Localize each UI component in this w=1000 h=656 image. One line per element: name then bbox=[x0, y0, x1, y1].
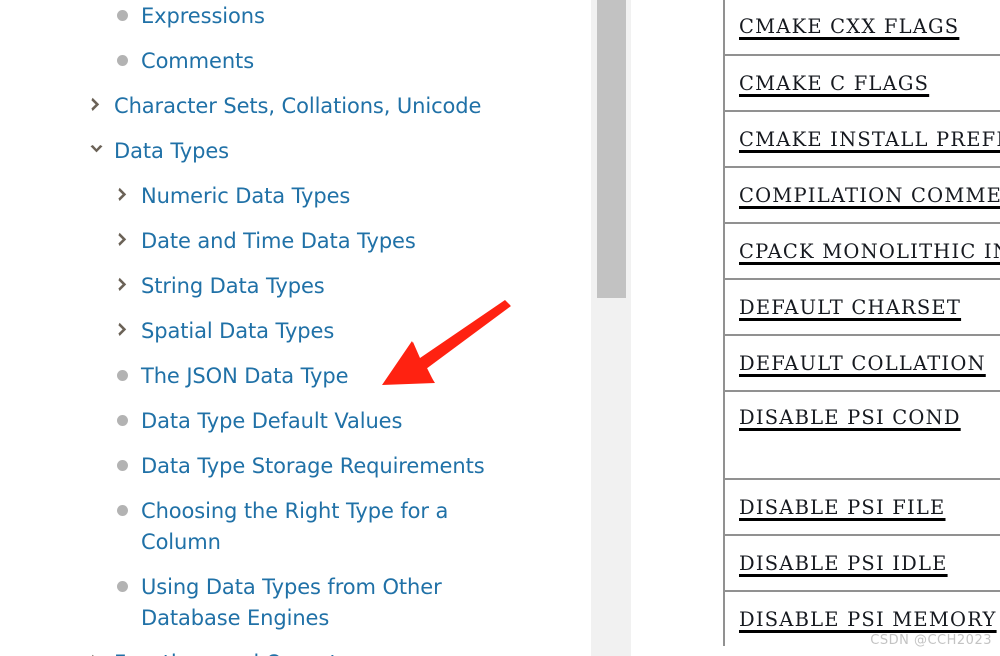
flag-name-link[interactable]: DISABLE PSI MEMORY bbox=[725, 608, 997, 631]
toc-marker-chevron bbox=[115, 174, 141, 203]
flag-name-link[interactable]: DISABLE PSI IDLE bbox=[725, 552, 948, 575]
flag-name-link[interactable]: CMAKE C FLAGS bbox=[725, 72, 929, 95]
toc-marker-bullet bbox=[115, 399, 141, 426]
bullet-icon bbox=[117, 370, 128, 381]
toc-item-label[interactable]: Comments bbox=[141, 39, 254, 84]
flag-name-link[interactable]: CMAKE INSTALL PREFIX bbox=[725, 128, 1000, 151]
chevron-right-icon[interactable] bbox=[115, 231, 132, 248]
toc-item-label[interactable]: The JSON Data Type bbox=[141, 354, 349, 399]
chevron-right-icon[interactable] bbox=[115, 186, 132, 203]
toc-item[interactable]: Functions and Operators bbox=[0, 641, 591, 656]
bullet-icon bbox=[117, 581, 128, 592]
toc-item-label[interactable]: Functions and Operators bbox=[114, 641, 370, 656]
flags-table-row: DISABLE PSI COND bbox=[723, 390, 1000, 478]
toc-item[interactable]: Data Types bbox=[0, 129, 591, 174]
flag-name-link[interactable]: DISABLE PSI FILE bbox=[725, 496, 946, 519]
toc-item[interactable]: The JSON Data Type bbox=[0, 354, 591, 399]
flags-table-row: DISABLE PSI FILE bbox=[723, 478, 1000, 534]
toc-item[interactable]: Data Type Default Values bbox=[0, 399, 591, 444]
flag-name-link[interactable]: DEFAULT CHARSET bbox=[725, 296, 961, 319]
toc-list: Expressions Comments Character Sets, Colla… bbox=[0, 0, 591, 656]
chevron-right-icon[interactable] bbox=[115, 276, 132, 293]
flags-table-row: COMPILATION COMMENT bbox=[723, 166, 1000, 222]
scrollbar-thumb[interactable] bbox=[597, 0, 626, 298]
bullet-icon bbox=[117, 415, 128, 426]
csdn-watermark: CSDN @CCH2023 bbox=[870, 633, 992, 648]
chevron-right-icon[interactable] bbox=[115, 321, 132, 338]
toc-item[interactable]: Numeric Data Types bbox=[0, 174, 591, 219]
flag-name-link[interactable]: CPACK MONOLITHIC INSTALL bbox=[725, 240, 1000, 263]
toc-item-label[interactable]: Date and Time Data Types bbox=[141, 219, 416, 264]
chevron-right-icon[interactable] bbox=[88, 96, 105, 113]
flags-table-row: DEFAULT COLLATION bbox=[723, 334, 1000, 390]
flags-table-row: CMAKE C FLAGS bbox=[723, 54, 1000, 110]
flag-name-link[interactable]: DEFAULT COLLATION bbox=[725, 352, 986, 375]
flag-name-link[interactable]: COMPILATION COMMENT bbox=[725, 184, 1000, 207]
bullet-icon bbox=[117, 505, 128, 516]
flags-table-row: DISABLE PSI IDLE bbox=[723, 534, 1000, 590]
toc-item[interactable]: Spatial Data Types bbox=[0, 309, 591, 354]
toc-item[interactable]: String Data Types bbox=[0, 264, 591, 309]
toc-item[interactable]: Using Data Types from Other Database Eng… bbox=[0, 565, 591, 641]
toc-marker-bullet bbox=[115, 444, 141, 471]
toc-item-label[interactable]: Character Sets, Collations, Unicode bbox=[114, 84, 481, 129]
toc-marker-chevron bbox=[115, 219, 141, 248]
flag-name-link[interactable]: CMAKE CXX FLAGS bbox=[725, 15, 959, 38]
toc-marker-chevron bbox=[88, 129, 114, 158]
toc-item[interactable]: Comments bbox=[0, 39, 591, 84]
toc-item-label[interactable]: Data Types bbox=[114, 129, 229, 174]
toc-item-label[interactable]: Choosing the Right Type for a Column bbox=[141, 489, 496, 565]
bullet-icon bbox=[117, 460, 128, 471]
flags-table-row: CMAKE CXX FLAGS bbox=[723, 0, 1000, 54]
toc-marker-chevron bbox=[88, 84, 114, 113]
flag-name-link[interactable]: DISABLE PSI COND bbox=[725, 392, 961, 429]
toc-navigation-pane: Expressions Comments Character Sets, Colla… bbox=[0, 0, 591, 656]
toc-marker-chevron bbox=[88, 641, 114, 656]
toc-item-label[interactable]: Using Data Types from Other Database Eng… bbox=[141, 565, 496, 641]
toc-item[interactable]: Date and Time Data Types bbox=[0, 219, 591, 264]
chevron-down-icon[interactable] bbox=[88, 141, 105, 158]
toc-marker-bullet bbox=[115, 0, 141, 21]
cmake-flags-pane: CMAKE CXX FLAGS CMAKE C FLAGS CMAKE INSTAL… bbox=[632, 0, 1000, 656]
toc-item-label[interactable]: Spatial Data Types bbox=[141, 309, 334, 354]
cmake-flags-table: CMAKE CXX FLAGS CMAKE C FLAGS CMAKE INSTAL… bbox=[723, 0, 1000, 646]
toc-item-label[interactable]: String Data Types bbox=[141, 264, 325, 309]
toc-marker-bullet bbox=[115, 354, 141, 381]
toc-marker-chevron bbox=[115, 309, 141, 338]
toc-item[interactable]: Expressions bbox=[0, 0, 591, 39]
bullet-icon bbox=[117, 55, 128, 66]
toc-marker-bullet bbox=[115, 565, 141, 592]
flags-table-row: DEFAULT CHARSET bbox=[723, 278, 1000, 334]
toc-item[interactable]: Choosing the Right Type for a Column bbox=[0, 489, 591, 565]
toc-marker-bullet bbox=[115, 39, 141, 66]
toc-item[interactable]: Data Type Storage Requirements bbox=[0, 444, 591, 489]
toc-item-label[interactable]: Expressions bbox=[141, 0, 265, 39]
toc-vertical-scrollbar[interactable] bbox=[591, 0, 632, 656]
toc-item[interactable]: Character Sets, Collations, Unicode bbox=[0, 84, 591, 129]
toc-marker-bullet bbox=[115, 489, 141, 516]
flags-table-row: CMAKE INSTALL PREFIX bbox=[723, 110, 1000, 166]
toc-item-label[interactable]: Data Type Default Values bbox=[141, 399, 402, 444]
toc-item-label[interactable]: Numeric Data Types bbox=[141, 174, 350, 219]
toc-marker-chevron bbox=[115, 264, 141, 293]
toc-item-label[interactable]: Data Type Storage Requirements bbox=[141, 444, 485, 489]
bullet-icon bbox=[117, 10, 128, 21]
flags-table-row: CPACK MONOLITHIC INSTALL bbox=[723, 222, 1000, 278]
